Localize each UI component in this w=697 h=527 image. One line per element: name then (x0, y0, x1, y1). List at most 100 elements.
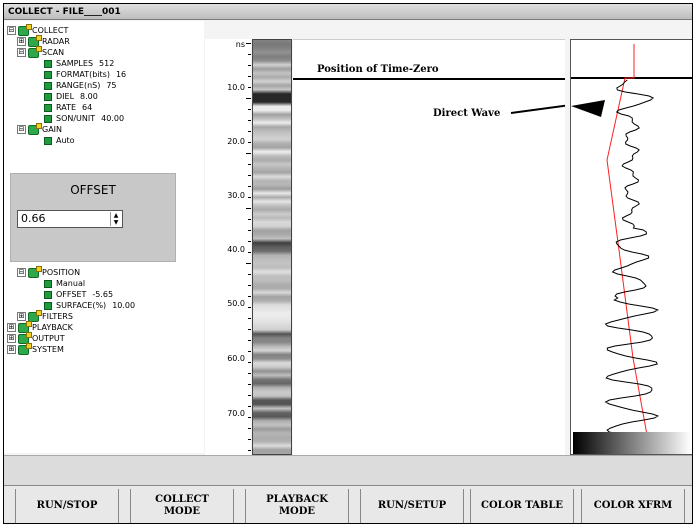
parameter-icon (44, 301, 52, 310)
ruler-tick (248, 142, 251, 143)
tree-item-playback[interactable]: ⊞ PLAYBACK (7, 320, 73, 333)
ruler-tick (248, 175, 251, 176)
tree-item-label: SAMPLES (56, 59, 94, 68)
tree-item-manual[interactable]: Manual (44, 278, 85, 289)
collapse-icon[interactable]: ⊟ (17, 268, 26, 277)
collapse-icon[interactable]: ⊟ (17, 48, 26, 57)
ruler-label: 10.0 (227, 83, 245, 92)
arrow-head-layer (571, 100, 605, 117)
annotation-layer (293, 78, 594, 114)
ruler-tick (248, 252, 251, 253)
direct-wave-label: Direct Wave (433, 108, 501, 119)
radargram-strip (252, 39, 292, 455)
tree-item-value: 16 (115, 70, 127, 79)
color-xfrm-button[interactable]: COLOR XFRM (581, 489, 685, 523)
ruler-tick (248, 296, 251, 297)
tree-item-system[interactable]: ⊞ SYSTEM (7, 342, 64, 355)
offset-value: 0.66 (21, 212, 46, 225)
folder-icon (28, 122, 42, 135)
tree-item-label: SURFACE(%) (56, 301, 107, 310)
offset-spin-input[interactable]: 0.66 ▲ ▼ (17, 210, 123, 228)
window-title: COLLECT - FILE____001 (4, 4, 692, 20)
run-setup-button[interactable]: RUN/SETUP (360, 489, 464, 523)
ruler-tick (248, 87, 251, 88)
tree-item-position[interactable]: ⊟ POSITION (17, 265, 81, 278)
spin-down-icon[interactable]: ▼ (110, 219, 121, 226)
tree-item-surface-[interactable]: SURFACE(%) 10.00 (44, 300, 135, 311)
ruler-tick (248, 285, 251, 286)
tree-item-gain[interactable]: ⊟ GAIN (17, 122, 63, 135)
expand-icon[interactable]: ⊞ (7, 334, 16, 343)
tree-item-label: RANGE(nS) (56, 81, 101, 90)
spin-up-icon[interactable]: ▲ (110, 212, 121, 219)
tree-item-samples[interactable]: SAMPLES 512 (44, 58, 114, 69)
ruler-tick (248, 120, 251, 121)
tree-item-output[interactable]: ⊞ OUTPUT (7, 331, 65, 344)
offset-panel: OFFSET 0.66 ▲ ▼ (10, 173, 176, 262)
expand-icon[interactable]: ⊞ (17, 312, 26, 321)
ruler-tick (246, 153, 251, 154)
tree-item-label: SCAN (42, 48, 65, 57)
tree-item-scan[interactable]: ⊟ SCAN (17, 45, 65, 58)
ruler-tick (248, 395, 251, 396)
expand-icon[interactable]: ⊞ (7, 323, 16, 332)
ruler-tick (248, 274, 251, 275)
folder-icon (28, 45, 42, 58)
run-stop-button[interactable]: RUN/STOP (15, 489, 119, 523)
tree-item-label: GAIN (42, 125, 63, 134)
tree-item-radar[interactable]: ⊞ RADAR (17, 34, 70, 47)
tree-item-diel[interactable]: DIEL 8.00 (44, 91, 98, 102)
parameter-icon (44, 81, 52, 90)
waveform-panel (570, 39, 692, 455)
tree-item-value: -5.65 (92, 290, 114, 299)
tree-item-range-ns-[interactable]: RANGE(nS) 75 (44, 80, 117, 91)
collapse-icon[interactable]: ⊟ (17, 125, 26, 134)
collect-mode-button[interactable]: COLLECT MODE (130, 489, 234, 523)
ruler-tick (248, 76, 251, 77)
ruler-tick (248, 241, 251, 242)
ruler-tick (248, 373, 251, 374)
parameter-icon (44, 279, 52, 288)
tree-item-son-unit[interactable]: SON/UNIT 40.00 (44, 113, 124, 124)
expand-icon[interactable]: ⊞ (17, 37, 26, 46)
tree-item-value: 75 (106, 81, 117, 90)
ruler-tick (248, 362, 251, 363)
color-table-button[interactable]: COLOR TABLE (470, 489, 574, 523)
tree-item-offset[interactable]: OFFSET -5.65 (44, 289, 113, 300)
ruler-tick (248, 318, 251, 319)
ruler-tick (248, 384, 251, 385)
tree-item-label: Auto (56, 136, 75, 145)
collapse-icon[interactable]: ⊟ (7, 26, 16, 35)
ruler-tick (248, 450, 251, 451)
parameter-icon (44, 290, 52, 299)
ruler-tick (248, 417, 251, 418)
tree-item-label: OUTPUT (32, 334, 65, 343)
ruler-tick (248, 54, 251, 55)
tree-item-label: RADAR (42, 37, 70, 46)
tree-item-label: DIEL (56, 92, 75, 101)
playback-mode-button[interactable]: PLAYBACK MODE (245, 489, 349, 523)
direct-wave-arrow-shaft (510, 101, 594, 114)
ruler-label: 20.0 (227, 137, 245, 146)
ruler-tick (248, 307, 251, 308)
ruler-tick (248, 329, 251, 330)
tree-item-label: POSITION (42, 268, 81, 277)
tree-item-label: SON/UNIT (56, 114, 96, 123)
parameter-icon (44, 114, 52, 123)
tree-item-auto[interactable]: Auto (44, 135, 75, 146)
expand-icon[interactable]: ⊞ (7, 345, 16, 354)
tree-item-rate[interactable]: RATE 64 (44, 102, 92, 113)
tree-item-value: 10.00 (112, 301, 136, 310)
parameter-icon (44, 70, 52, 79)
ruler-label: 50.0 (227, 299, 245, 308)
ruler-label: 30.0 (227, 191, 245, 200)
ruler-tick (246, 43, 251, 44)
tree-item-label: PLAYBACK (32, 323, 73, 332)
function-toolbar: RUN/STOP COLLECT MODE PLAYBACK MODE RUN/… (4, 485, 692, 523)
tree-item-format-bits-[interactable]: FORMAT(bits) 16 (44, 69, 126, 80)
ruler-tick (248, 428, 251, 429)
tree-item-label: SYSTEM (32, 345, 64, 354)
ruler-tick (248, 109, 251, 110)
tree-item-value: 40.00 (101, 114, 125, 123)
tree-item-label: OFFSET (56, 290, 87, 299)
